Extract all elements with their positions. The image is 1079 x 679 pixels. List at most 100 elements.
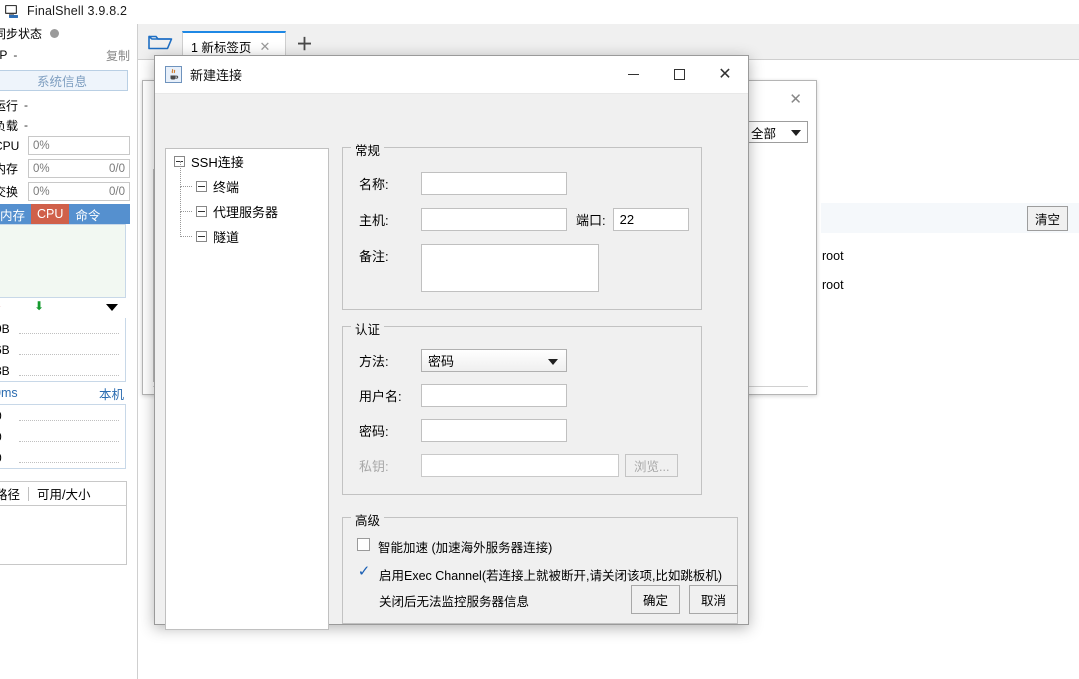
port-input[interactable] [612, 208, 689, 231]
list-item[interactable]: root [822, 249, 844, 263]
settings-tree[interactable]: SSH连接 终端 代理服务器 隧道 [165, 148, 329, 630]
username-label: 用户名: [359, 389, 402, 404]
system-info-button[interactable]: 系统信息 [0, 70, 128, 91]
network-row: 3B [0, 360, 125, 381]
ping-sparkline [19, 452, 119, 463]
network-row: 9B [0, 318, 125, 339]
port-label: 端口: [576, 213, 606, 228]
memory-stat-row: 内存 0% 0/0 [0, 158, 136, 179]
metric-tab-cpu[interactable]: CPU [31, 204, 70, 224]
cpu-stat-label: CPU [0, 138, 20, 153]
note-textarea[interactable] [421, 244, 599, 292]
disk-table-header: 路径 可用/大小 [0, 481, 127, 505]
java-coffee-icon [165, 66, 182, 83]
name-input[interactable] [421, 172, 567, 195]
collapse-toggle-icon[interactable] [196, 181, 207, 192]
uptime-label: 运行 [0, 98, 19, 113]
metric-tabstrip[interactable]: 内存 CPU 命令 [0, 204, 130, 224]
note-label: 备注: [359, 249, 389, 264]
network-value: 6B [0, 342, 10, 357]
disk-path-header: 路径 [0, 488, 21, 502]
open-folder-icon[interactable] [138, 25, 182, 59]
auth-group: 认证 方法: 密码 用户名: 密码: 私钥: 浏览... [342, 319, 702, 495]
memory-stat-percent: 0% [33, 162, 50, 175]
filter-dropdown-value: 全部 [751, 126, 777, 141]
caret-down-icon[interactable] [106, 304, 118, 311]
smart-accel-row[interactable]: 智能加速 (加速海外服务器连接) [357, 537, 552, 556]
clear-toolbar: 清空 [821, 203, 1079, 233]
uptime-row: 运行 - [0, 95, 136, 115]
method-label: 方法: [359, 354, 389, 369]
cancel-button[interactable]: 取消 [688, 585, 738, 614]
metric-tab-command[interactable]: 命令 [69, 204, 106, 224]
ping-target[interactable]: 本机 [99, 384, 126, 403]
filter-dropdown[interactable]: 全部 [744, 121, 808, 143]
password-input[interactable] [421, 419, 567, 442]
collapse-toggle-icon[interactable] [196, 231, 207, 242]
disk-table-body [0, 505, 127, 565]
tree-item-proxy-server[interactable]: 代理服务器 [166, 186, 328, 224]
swap-stat-box: 0% 0/0 [28, 182, 130, 201]
ping-value: 0 [0, 451, 19, 465]
memory-stat-detail: 0/0 [109, 162, 125, 175]
maximize-icon[interactable] [656, 56, 702, 94]
clear-button[interactable]: 清空 [1026, 205, 1068, 231]
window-buttons: ✕ [610, 56, 748, 94]
ping-value: 0 [0, 430, 19, 444]
ip-label: IP [0, 48, 8, 62]
network-sparkline [19, 344, 119, 355]
browse-button[interactable]: 浏览... [625, 454, 679, 477]
exec-channel-label: 启用Exec Channel(若连接上就被断开,请关闭该项,比如跳板机) [379, 569, 723, 583]
dialog-body: SSH连接 终端 代理服务器 隧道 常规 名称: 主机: 端口: 22 备注: … [155, 94, 748, 630]
tree-item-label: 终端 [213, 180, 240, 195]
load-label: 负载 [0, 118, 19, 133]
network-sparkline-panel: 9B 6B 3B [0, 318, 126, 382]
tree-item-tunnel[interactable]: 隧道 [166, 211, 328, 249]
list-item[interactable]: root [822, 278, 844, 292]
general-group-label: 常规 [351, 140, 385, 159]
metric-tab-memory[interactable]: 内存 [0, 204, 31, 224]
exec-channel-row[interactable]: ✓ 启用Exec Channel(若连接上就被断开,请关闭该项,比如跳板机) [357, 564, 723, 584]
network-toolbar: ➤ ⬇ [0, 298, 126, 318]
ok-button[interactable]: 确定 [630, 585, 680, 614]
close-icon[interactable]: ✕ [702, 56, 748, 94]
new-connection-dialog: 新建连接 ✕ SSH连接 终端 代理服务器 隧道 常规 名称: 主机: 端口: … [154, 55, 749, 630]
cpu-stat-box: 0% [28, 136, 130, 155]
method-dropdown[interactable]: 密码 [421, 349, 567, 372]
privatekey-input[interactable] [421, 454, 619, 477]
app-titlebar: FinalShell 3.9.8.2 [0, 0, 1079, 22]
ping-row: 0 [0, 405, 125, 426]
ping-sparkline [19, 410, 119, 421]
password-row: 密码: [359, 419, 567, 442]
chevron-down-icon [548, 359, 558, 365]
close-icon[interactable]: ✕ [789, 90, 802, 108]
tree-item-ssh-connection[interactable]: SSH连接 [166, 149, 328, 174]
advanced-group-label: 高级 [351, 510, 385, 529]
username-input[interactable] [421, 384, 567, 407]
copy-ip-button[interactable]: 复制 [106, 47, 136, 64]
exec-channel-checkbox[interactable]: ✓ [357, 564, 371, 579]
network-sparkline [19, 323, 119, 334]
privatekey-row: 私钥: 浏览... [359, 454, 679, 477]
memory-stat-label: 内存 [0, 162, 19, 176]
app-title: FinalShell 3.9.8.2 [27, 4, 128, 18]
host-input[interactable] [421, 208, 567, 231]
collapse-toggle-icon[interactable] [196, 206, 207, 217]
note-row: 备注: [359, 244, 599, 292]
close-icon[interactable]: ✕ [259, 39, 270, 55]
sync-status-indicator [50, 28, 60, 38]
dialog-footer: 确定 取消 [630, 585, 738, 614]
ping-value: 0 [0, 409, 19, 423]
smart-accel-checkbox[interactable] [357, 538, 370, 551]
dialog-title: 新建连接 [190, 68, 243, 83]
sync-status-label: 同步状态 [0, 26, 43, 41]
ip-row: IP - 复制 [0, 44, 136, 66]
tree-item-terminal[interactable]: 终端 [166, 161, 328, 199]
tree-item-label: 代理服务器 [213, 205, 279, 220]
chevron-down-icon [791, 130, 801, 136]
plus-icon[interactable]: ＋ [296, 30, 313, 55]
swap-stat-percent: 0% [33, 185, 50, 198]
minimize-icon[interactable] [610, 56, 656, 94]
swap-stat-detail: 0/0 [109, 185, 125, 198]
username-row: 用户名: [359, 384, 567, 407]
